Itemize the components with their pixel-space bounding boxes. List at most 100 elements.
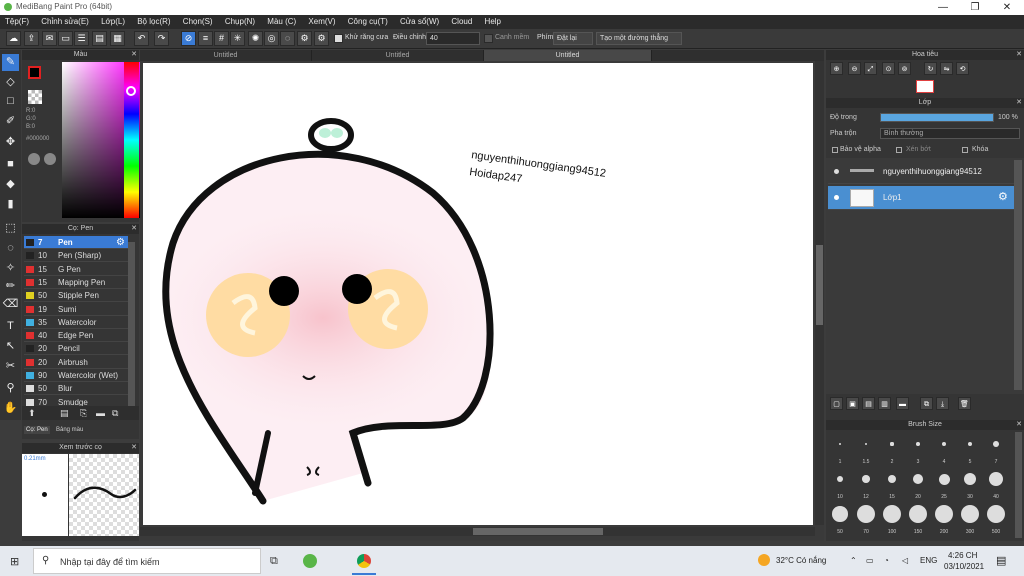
minimize-button[interactable]: —	[928, 0, 958, 15]
tab-document-1[interactable]: Untitled	[140, 50, 312, 61]
smooth-checkbox[interactable]	[484, 34, 493, 43]
menu-file[interactable]: Tệp(F)	[0, 15, 34, 29]
lock-checkbox[interactable]	[962, 147, 968, 153]
zoom-fit-icon[interactable]: ⊙	[882, 62, 895, 75]
brush-copy-icon[interactable]: ⎘	[80, 408, 87, 419]
menu-view[interactable]: Xem(V)	[303, 15, 340, 29]
horizontal-scrollbar[interactable]	[140, 527, 815, 536]
new-layer-icon[interactable]: ▢	[830, 397, 843, 410]
hue-slider-handle[interactable]	[126, 86, 136, 96]
parallel-snap-icon[interactable]: ≡	[198, 31, 213, 46]
bucket-tool-icon[interactable]: ◆	[2, 176, 19, 193]
ruler-button[interactable]: Tạo một đường thẳng	[596, 32, 682, 45]
gear-icon[interactable]: ⚙	[116, 237, 125, 248]
panel-close-icon[interactable]: ✕	[1016, 420, 1022, 430]
layer-item-1[interactable]: Lớp1 ⚙	[828, 186, 1016, 210]
zoom-in-icon[interactable]: ⊕	[830, 62, 843, 75]
redo-icon[interactable]: ↷	[154, 31, 169, 46]
blend-select[interactable]: Bình thường	[880, 128, 1020, 139]
opacity-slider[interactable]	[880, 113, 994, 122]
tab-palette[interactable]: Bảng màu	[54, 426, 85, 434]
list-icon[interactable]: ☰	[74, 31, 89, 46]
new-1bit-layer-icon[interactable]: ▥	[878, 397, 891, 410]
brush-size-cell[interactable]: 70	[854, 502, 878, 535]
text-tool-icon[interactable]: T	[2, 318, 19, 335]
eyedropper-icon[interactable]: ⚲	[2, 380, 19, 397]
new-layer-8bit-icon[interactable]: ▣	[846, 397, 859, 410]
doc-icon[interactable]: ▤	[92, 31, 107, 46]
layer-item-text[interactable]: nguyenthihuonggiang94512	[828, 160, 1016, 184]
menu-window[interactable]: Cửa sổ(W)	[395, 15, 444, 29]
operation-tool-icon[interactable]: ↖	[2, 338, 19, 355]
magic-wand-icon[interactable]: ✧	[2, 260, 19, 277]
menu-help[interactable]: Help	[480, 15, 506, 29]
layer-list-scrollbar[interactable]	[1014, 160, 1022, 390]
weather-text[interactable]: 32°C Có nắng	[776, 556, 826, 565]
panel-close-icon[interactable]: ✕	[131, 224, 137, 234]
brush-size-cell[interactable]: 12	[854, 467, 878, 500]
eye-icon[interactable]	[834, 169, 839, 174]
brush-tool-icon[interactable]: ✎	[2, 54, 19, 71]
windows-start-icon[interactable]: ⊞	[10, 555, 19, 568]
clipping-checkbox[interactable]	[896, 147, 902, 153]
burst-snap-icon[interactable]: ✺	[248, 31, 263, 46]
hand-tool-icon[interactable]: ✋	[2, 400, 19, 417]
add-folder-icon[interactable]: ▬	[896, 397, 909, 410]
clock-time[interactable]: 4:26 CH	[948, 551, 977, 560]
brush-new-icon[interactable]: ▤	[60, 408, 69, 419]
curve-snap-icon[interactable]: ◌	[280, 31, 295, 46]
radial-snap-icon[interactable]: ✳	[230, 31, 245, 46]
brush-item[interactable]: 15 G Pen	[24, 263, 128, 276]
brush-item[interactable]: 20 Airbrush	[24, 356, 128, 369]
brush-item[interactable]: 7 Pen ⚙	[24, 236, 128, 249]
task-view-icon[interactable]: ⧉	[270, 555, 278, 568]
brush-item[interactable]: 50 Blur	[24, 382, 128, 396]
brush-size-cell[interactable]: 150	[906, 502, 930, 535]
fit-icon[interactable]: ⤢	[864, 62, 877, 75]
reset-view-icon[interactable]: ⟲	[956, 62, 969, 75]
undo-icon[interactable]: ↶	[134, 31, 149, 46]
dot-tool-icon[interactable]: □	[2, 93, 19, 110]
panel-close-icon[interactable]: ✕	[1016, 50, 1022, 60]
panel-close-icon[interactable]: ✕	[1016, 98, 1022, 108]
eye-icon[interactable]	[834, 195, 839, 200]
battery-icon[interactable]: ▭	[866, 556, 874, 565]
brush-item[interactable]: 10 Pen (Sharp)	[24, 249, 128, 263]
flip-icon[interactable]: ⇋	[940, 62, 953, 75]
brush-list-scrollbar[interactable]	[128, 242, 135, 407]
chevron-up-icon[interactable]: ⌃	[850, 556, 857, 565]
pen-tool-icon[interactable]: ✐	[2, 113, 19, 130]
menu-color[interactable]: Màu (C)	[262, 15, 301, 29]
comment-icon[interactable]: ✉	[42, 31, 57, 46]
grid-icon[interactable]: ▦	[110, 31, 125, 46]
brush-size-cell[interactable]: 5	[958, 432, 982, 465]
gear-icon[interactable]: ⚙	[998, 190, 1008, 203]
brush-item[interactable]: 90 Watercolor (Wet)	[24, 369, 128, 382]
reset-button[interactable]: Đặt lại	[553, 32, 593, 45]
brush-size-cell[interactable]: 2	[880, 432, 904, 465]
brush-size-scrollbar[interactable]	[1015, 432, 1022, 538]
brush-size-cell[interactable]: 7	[984, 432, 1008, 465]
duplicate-layer-icon[interactable]: ⧉	[920, 397, 933, 410]
brush-size-cell[interactable]: 300	[958, 502, 982, 535]
new-halftone-layer-icon[interactable]: ▤	[862, 397, 875, 410]
brush-size-cell[interactable]: 1.5	[854, 432, 878, 465]
shape-tool-icon[interactable]: ■	[2, 156, 19, 173]
trash-icon[interactable]: 🗑	[958, 397, 971, 410]
brush-size-cell[interactable]: 1	[828, 432, 852, 465]
brush-size-cell[interactable]: 20	[906, 467, 930, 500]
lasso-tool-icon[interactable]: ◌	[2, 240, 19, 257]
menu-tools[interactable]: Công cụ(T)	[343, 15, 393, 29]
drawing-canvas[interactable]: nguyenthihuonggiang94512 Hoidap247	[143, 63, 813, 525]
brush-add-icon[interactable]: ⬆	[28, 408, 36, 419]
language-indicator[interactable]: ENG	[920, 556, 937, 565]
brush-size-cell[interactable]: 4	[932, 432, 956, 465]
brush-size-cell[interactable]: 100	[880, 502, 904, 535]
brush-size-cell[interactable]: 15	[880, 467, 904, 500]
brush-folder-icon[interactable]: ▬	[96, 408, 105, 418]
primary-color-swatch[interactable]	[28, 66, 41, 79]
settings-icon[interactable]: ⚙	[314, 31, 329, 46]
brush-item[interactable]: 15 Mapping Pen	[24, 276, 128, 289]
cloud-icon[interactable]: ☁	[6, 31, 21, 46]
select-pen-icon[interactable]: ✏	[2, 278, 19, 295]
